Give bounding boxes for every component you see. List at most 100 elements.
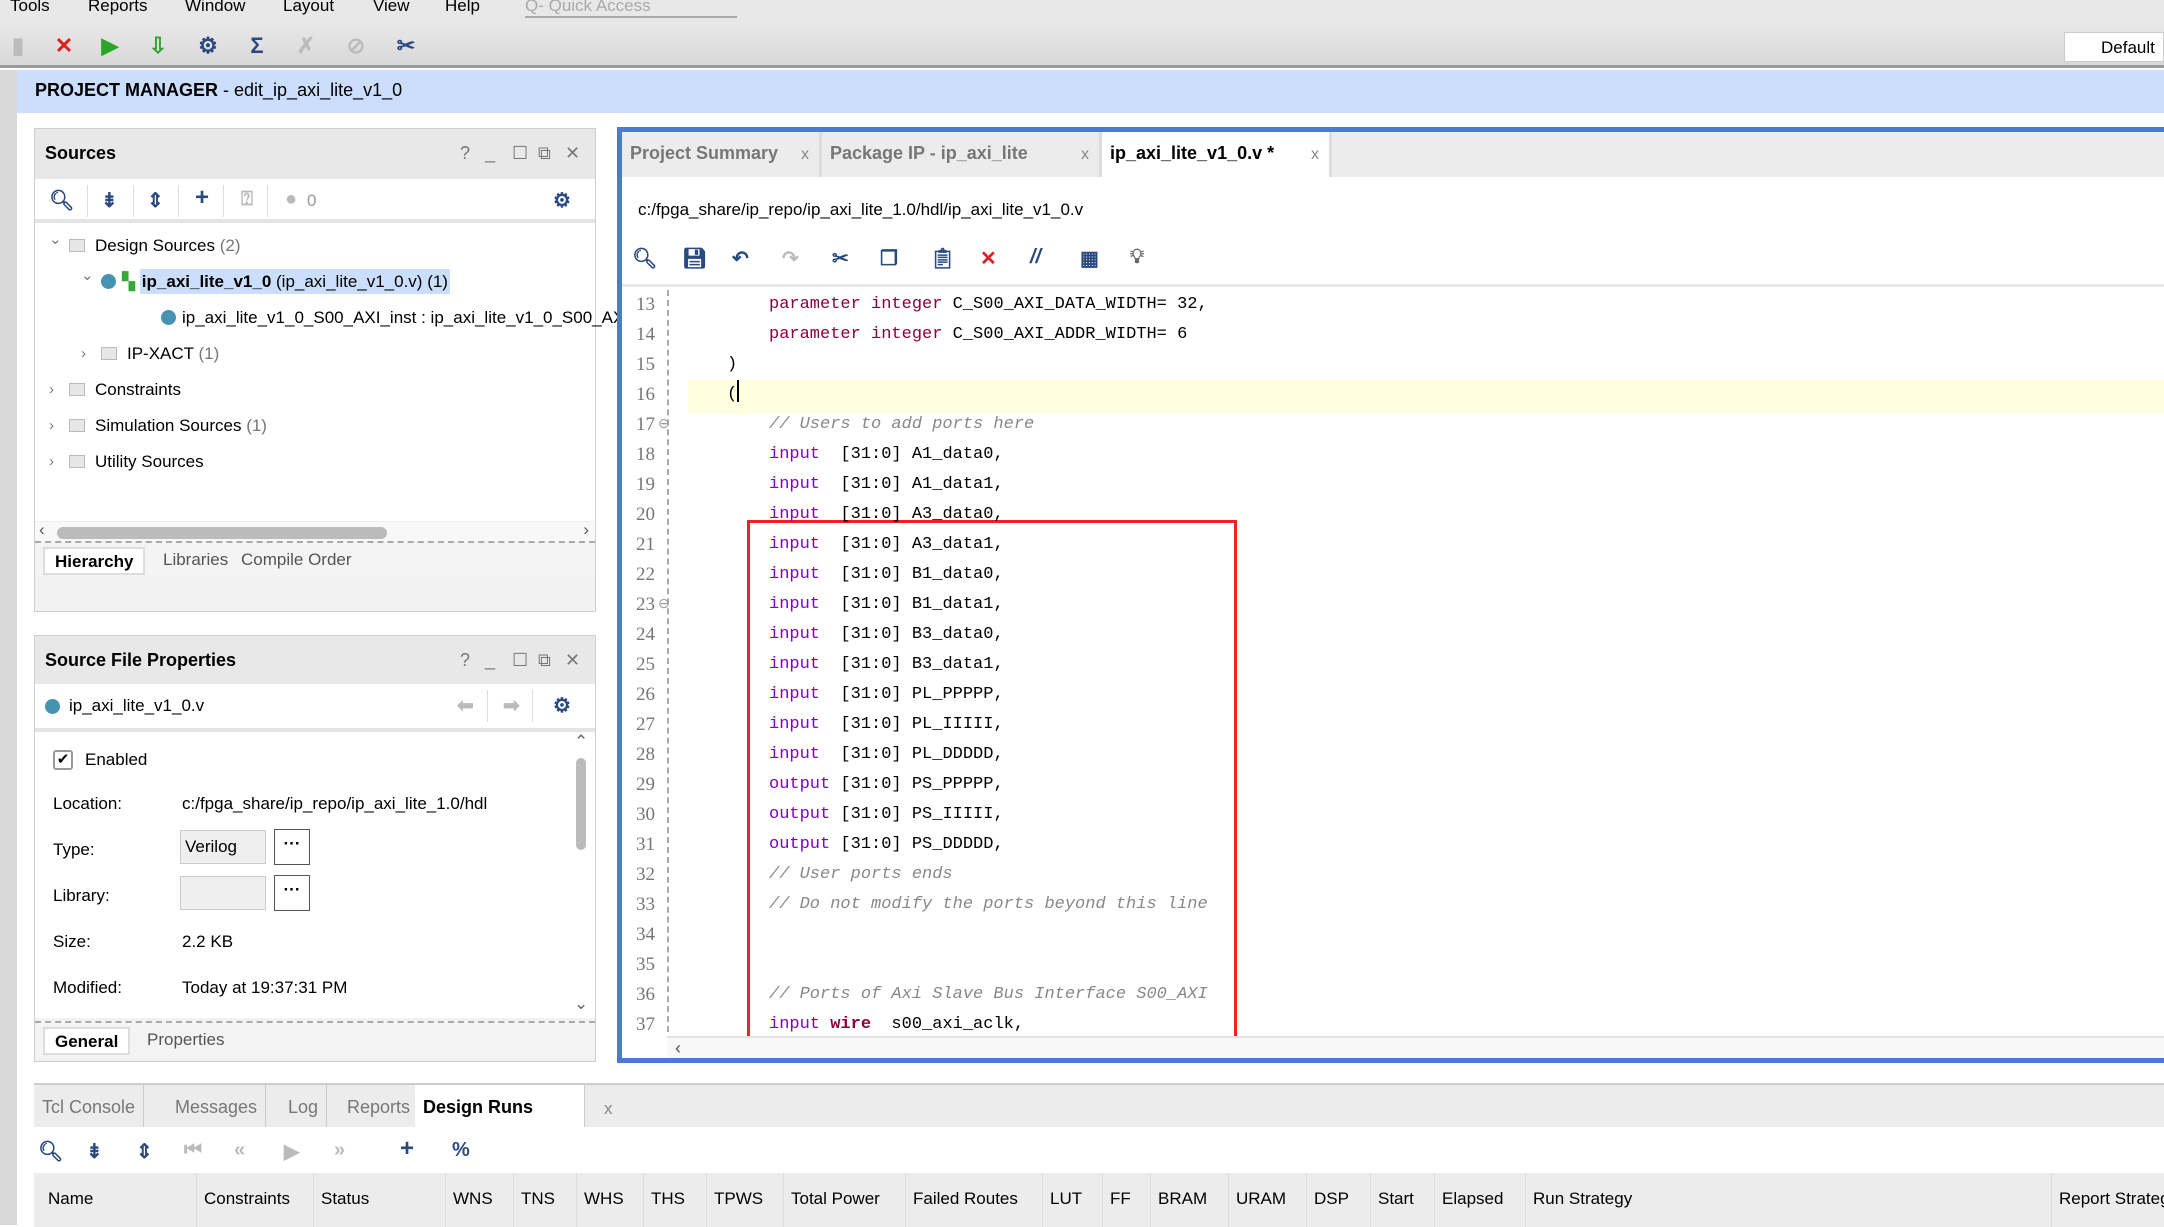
tab-compile-order[interactable]: Compile Order bbox=[231, 547, 362, 575]
maximize-icon[interactable]: ☐ bbox=[512, 143, 528, 164]
column-header-elapsed[interactable]: Elapsed bbox=[1442, 1189, 1503, 1209]
code-line[interactable]: 21 input [31:0] A3_data1, bbox=[622, 530, 2164, 560]
first-icon[interactable]: ⏮ bbox=[184, 1139, 202, 1162]
close-tab-icon[interactable]: x bbox=[1311, 146, 1319, 164]
sigma-icon[interactable]: Σ bbox=[243, 32, 271, 60]
float-icon[interactable]: ⧉ bbox=[538, 650, 551, 671]
column-select-icon[interactable]: ▦ bbox=[1080, 246, 1099, 271]
close-icon[interactable]: ✕ bbox=[565, 143, 580, 164]
code-line[interactable]: 15) bbox=[622, 350, 2164, 380]
run-icon[interactable]: ▶ bbox=[96, 32, 124, 60]
tab-editor-0[interactable]: Project Summary x bbox=[622, 132, 822, 177]
cut-icon[interactable]: ✂ bbox=[832, 246, 849, 271]
scrollbar-thumb[interactable] bbox=[57, 527, 387, 539]
tab-tcl-console[interactable]: Tcl Console bbox=[34, 1085, 145, 1127]
chevron-right-icon[interactable]: › bbox=[49, 375, 54, 405]
column-header-dsp[interactable]: DSP bbox=[1314, 1189, 1349, 1209]
layout-select[interactable]: Default bbox=[2064, 32, 2164, 62]
menu-help[interactable]: Help bbox=[445, 0, 480, 16]
scroll-left-icon[interactable]: ‹ bbox=[39, 520, 45, 540]
column-header-bram[interactable]: BRAM bbox=[1158, 1189, 1207, 1209]
code-line[interactable]: 22 input [31:0] B1_data0, bbox=[622, 560, 2164, 590]
back-arrow-icon[interactable]: ⬅ bbox=[457, 693, 474, 718]
column-separator[interactable] bbox=[576, 1173, 577, 1227]
tab-hierarchy[interactable]: Hierarchy bbox=[43, 547, 146, 575]
column-header-tns[interactable]: TNS bbox=[521, 1189, 555, 1209]
undo-icon[interactable]: ↶ bbox=[732, 246, 749, 271]
close-tab-icon[interactable]: x bbox=[1081, 146, 1089, 164]
tree-item[interactable]: ⌄ ▚ ip_axi_lite_v1_0 (ip_axi_lite_v1_0.v)… bbox=[81, 267, 450, 297]
minimize-icon[interactable]: _ bbox=[485, 143, 495, 164]
column-header-ths[interactable]: THS bbox=[651, 1189, 685, 1209]
code-line[interactable]: 25 input [31:0] B3_data1, bbox=[622, 650, 2164, 680]
column-separator[interactable] bbox=[445, 1173, 446, 1227]
column-separator[interactable] bbox=[1525, 1173, 1526, 1227]
search-icon[interactable]: 🔍︎ bbox=[38, 1139, 63, 1164]
code-line[interactable]: 32 // User ports ends bbox=[622, 860, 2164, 890]
code-line[interactable]: 28 input [31:0] PL_DDDDD, bbox=[622, 740, 2164, 770]
column-separator[interactable] bbox=[1370, 1173, 1371, 1227]
column-separator[interactable] bbox=[513, 1173, 514, 1227]
code-line[interactable]: 14 parameter integer C_S00_AXI_ADDR_WIDTH… bbox=[622, 320, 2164, 350]
column-header-ff[interactable]: FF bbox=[1110, 1189, 1131, 1209]
tree-item[interactable]: › IP-XACT (1) bbox=[81, 339, 219, 369]
code-line[interactable]: 30 output [31:0] PS_IIIII, bbox=[622, 800, 2164, 830]
column-header-start[interactable]: Start bbox=[1378, 1189, 1414, 1209]
save-icon[interactable]: 💾︎ bbox=[682, 246, 707, 271]
search-icon[interactable]: 🔍︎ bbox=[49, 188, 74, 213]
collapse-all-icon[interactable]: ⇟ bbox=[101, 188, 118, 213]
tab-properties[interactable]: Properties bbox=[137, 1027, 234, 1055]
forward-arrow-icon[interactable]: ➡ bbox=[503, 693, 520, 718]
unknown-icon[interactable]: ⍰ bbox=[241, 188, 253, 211]
column-separator[interactable] bbox=[783, 1173, 784, 1227]
column-header-report-strategy[interactable]: Report Strategy bbox=[2059, 1189, 2164, 1209]
close-tab-icon[interactable]: x bbox=[604, 1099, 613, 1119]
code-line[interactable]: 27 input [31:0] PL_IIIII, bbox=[622, 710, 2164, 740]
close-icon[interactable]: ✕ bbox=[565, 650, 580, 671]
column-header-constraints[interactable]: Constraints bbox=[204, 1189, 290, 1209]
search-icon[interactable]: 🔍︎ bbox=[632, 246, 657, 271]
add-icon[interactable]: + bbox=[195, 184, 209, 212]
tab-libraries[interactable]: Libraries bbox=[153, 547, 238, 575]
tree-item[interactable]: › Constraints bbox=[49, 375, 181, 405]
menu-view[interactable]: View bbox=[373, 0, 410, 16]
settings-icon[interactable]: ⚙ bbox=[194, 32, 222, 60]
column-separator[interactable] bbox=[1102, 1173, 1103, 1227]
previous-icon[interactable]: « bbox=[234, 1139, 245, 1162]
column-header-run-strategy[interactable]: Run Strategy bbox=[1533, 1189, 1632, 1209]
library-field[interactable] bbox=[180, 876, 266, 910]
tab-general[interactable]: General bbox=[43, 1027, 131, 1055]
tab-log[interactable]: Log bbox=[280, 1085, 328, 1127]
column-header-failed-routes[interactable]: Failed Routes bbox=[913, 1189, 1018, 1209]
collapse-all-icon[interactable]: ⇟ bbox=[86, 1139, 103, 1164]
code-line[interactable]: 19 input [31:0] A1_data1, bbox=[622, 470, 2164, 500]
tree-item[interactable]: › Simulation Sources (1) bbox=[49, 411, 267, 441]
code-line[interactable]: 26 input [31:0] PL_PPPPP, bbox=[622, 680, 2164, 710]
code-line[interactable]: 23 ⊖ input [31:0] B1_data1, bbox=[622, 590, 2164, 620]
tab-design-runs[interactable]: Design Runs bbox=[415, 1085, 585, 1127]
horizontal-scrollbar[interactable]: ‹ bbox=[667, 1036, 2164, 1058]
library-browse-button[interactable]: ··· bbox=[274, 875, 310, 911]
code-line[interactable]: 35 bbox=[622, 950, 2164, 980]
type-browse-button[interactable]: ··· bbox=[274, 829, 310, 865]
code-line[interactable]: 13 parameter integer C_S00_AXI_DATA_WIDTH… bbox=[622, 290, 2164, 320]
tab-reports[interactable]: Reports bbox=[339, 1085, 420, 1127]
comment-icon[interactable]: // bbox=[1030, 246, 1041, 269]
add-icon[interactable]: + bbox=[400, 1135, 414, 1163]
horizontal-scrollbar[interactable]: ‹ › bbox=[35, 520, 595, 543]
column-separator[interactable] bbox=[196, 1173, 197, 1227]
lightbulb-icon[interactable]: 💡︎ bbox=[1130, 246, 1144, 269]
fold-icon[interactable]: ⊖ bbox=[658, 410, 670, 440]
menu-reports[interactable]: Reports bbox=[88, 0, 148, 16]
column-separator[interactable] bbox=[1150, 1173, 1151, 1227]
redo-icon[interactable]: ↷ bbox=[782, 246, 799, 271]
maximize-icon[interactable]: ☐ bbox=[512, 650, 528, 671]
link-icon[interactable]: ⊘ bbox=[342, 32, 370, 60]
paste-icon[interactable]: 📋︎ bbox=[930, 246, 955, 271]
menu-tools[interactable]: Tools bbox=[10, 0, 50, 16]
code-line[interactable]: 34 bbox=[622, 920, 2164, 950]
column-header-name[interactable]: Name bbox=[48, 1189, 93, 1209]
chevron-right-icon[interactable]: › bbox=[49, 447, 54, 477]
help-icon[interactable]: ? bbox=[460, 650, 470, 671]
column-separator[interactable] bbox=[905, 1173, 906, 1227]
